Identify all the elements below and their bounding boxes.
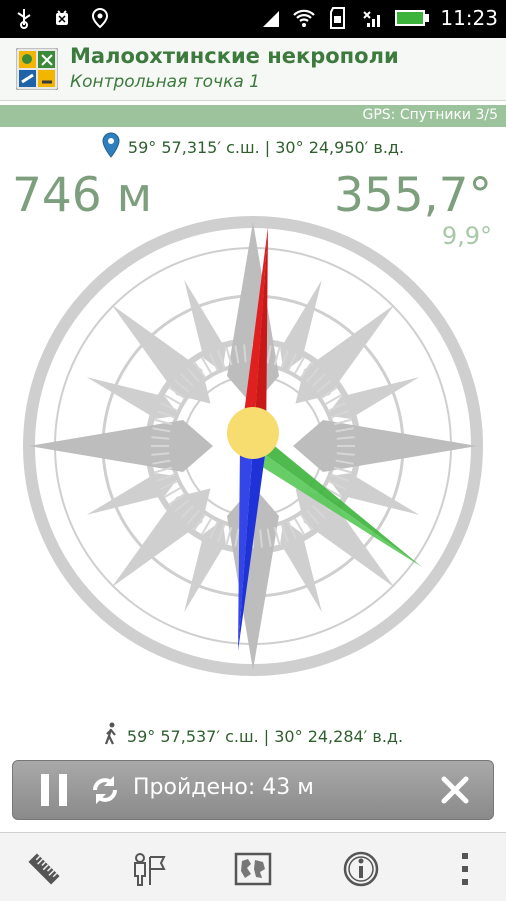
walker-icon: [103, 722, 119, 750]
travel-panel: Пройдено: 43 м: [12, 760, 494, 820]
compass-rose: [22, 215, 484, 677]
overflow-icon[interactable]: [446, 849, 486, 889]
page-subtitle: Контрольная точка 1: [70, 72, 260, 92]
target-pin-icon: [102, 132, 120, 162]
android-debug-icon: [50, 6, 74, 30]
pause-icon: [41, 774, 49, 806]
status-bar: 11:23: [0, 0, 506, 38]
page-title: Малоохтинские некрополи: [70, 44, 399, 68]
bottom-toolbar: [0, 832, 506, 901]
pause-button[interactable]: [41, 774, 67, 806]
gps-status-bar: GPS: Спутники 3/5: [0, 105, 506, 127]
waypoint-icon[interactable]: [128, 849, 168, 889]
current-coordinates-row: 59° 57,537′ с.ш. | 30° 24,284′ в.д.: [0, 722, 506, 750]
needle-center: [227, 407, 279, 459]
clock: 11:23: [440, 6, 498, 30]
location-icon: [88, 6, 112, 30]
refresh-icon[interactable]: [87, 772, 123, 808]
target-coordinates-row: 59° 57,315′ с.ш. | 30° 24,950′ в.д.: [0, 132, 506, 162]
target-coordinates: 59° 57,315′ с.ш. | 30° 24,950′ в.д.: [127, 137, 405, 157]
sd-card-icon: [326, 6, 350, 30]
signal-icon: [258, 6, 282, 30]
wifi-icon: [292, 6, 316, 30]
no-signal-icon: [360, 6, 384, 30]
map-icon[interactable]: [233, 849, 273, 889]
close-icon[interactable]: [437, 772, 473, 808]
distance-traveled-label: Пройдено: 43 м: [133, 775, 314, 800]
app-logo-icon[interactable]: [15, 47, 59, 91]
usb-icon: [12, 6, 36, 30]
info-icon[interactable]: [341, 849, 381, 889]
battery-icon: [394, 6, 430, 30]
action-bar: Малоохтинские некрополи Контрольная точк…: [0, 38, 506, 101]
current-coordinates: 59° 57,537′ с.ш. | 30° 24,284′ в.д.: [126, 726, 404, 746]
ruler-icon[interactable]: [24, 849, 64, 889]
gps-status: GPS: Спутники 3/5: [362, 107, 498, 123]
